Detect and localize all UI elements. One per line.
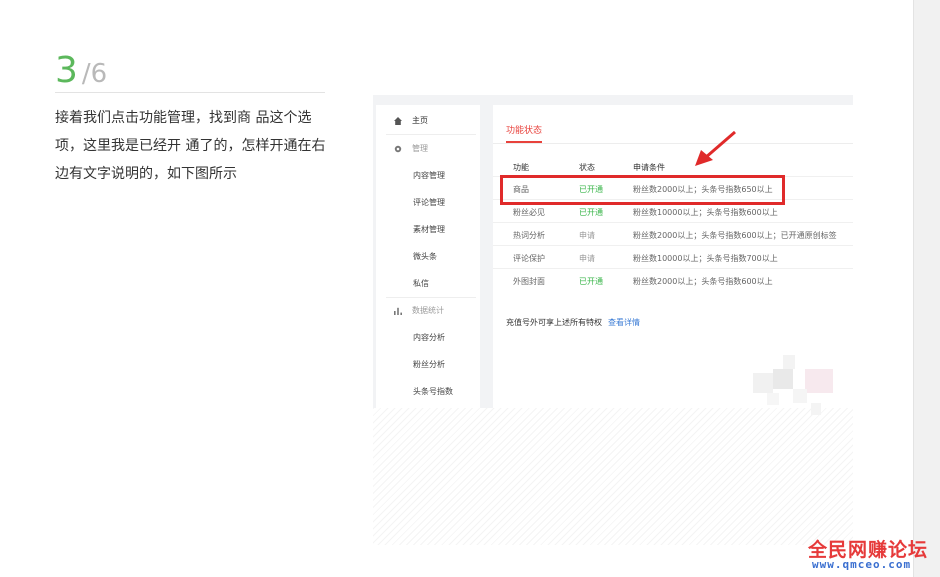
sidebar-item-content-manage: 内容管理 — [413, 171, 445, 180]
row-condition: 粉丝数2000以上；头条号指数600以上；已开通原创标签 — [633, 231, 837, 240]
row-feature: 粉丝必见 — [513, 208, 545, 217]
row-feature: 外图封面 — [513, 277, 545, 286]
pointer-arrow-icon — [695, 130, 736, 166]
table-row: 外图封面 已开通 粉丝数2000以上；头条号指数600以上 — [493, 268, 853, 291]
view-details-link: 查看详情 — [608, 318, 640, 327]
table-row: 热词分析 申请 粉丝数2000以上；头条号指数600以上；已开通原创标签 — [493, 222, 853, 245]
watermark-pattern-icon — [753, 355, 833, 415]
sidebar-item-messages: 私信 — [413, 279, 429, 288]
table-header-status: 状态 — [579, 163, 595, 172]
table-header-condition: 申请条件 — [633, 163, 665, 172]
row-feature: 热词分析 — [513, 231, 545, 240]
home-icon — [394, 117, 402, 125]
sidebar-item-material-manage: 素材管理 — [413, 225, 445, 234]
row-status: 已开通 — [579, 208, 603, 217]
privilege-note-text: 充值号外可享上述所有特权 — [506, 318, 602, 327]
tab-feature-status: 功能状态 — [506, 126, 543, 136]
page-scrollbar[interactable] — [913, 0, 940, 577]
sidebar-item-headline-index: 头条号指数 — [413, 387, 453, 396]
row-feature: 评论保护 — [513, 254, 545, 263]
gear-icon — [394, 145, 402, 153]
row-status: 已开通 — [579, 277, 603, 286]
sidebar-home-label: 主页 — [412, 116, 428, 125]
table-header-feature: 功能 — [513, 163, 529, 172]
screenshot-sidebar: 主页 管理 内容管理 评论管理 素材管理 微头条 私信 数据统计 内容分析 粉丝… — [376, 105, 480, 408]
row-condition: 粉丝数10000以上；头条号指数700以上 — [633, 254, 778, 263]
sidebar-manage-label: 管理 — [412, 144, 428, 153]
privilege-note: 充值号外可享上述所有特权 查看详情 — [506, 317, 640, 328]
row-status: 申请 — [579, 231, 595, 240]
table-row: 评论保护 申请 粉丝数10000以上；头条号指数700以上 — [493, 245, 853, 268]
sidebar-item-comment-manage: 评论管理 — [413, 198, 445, 207]
row-status: 申请 — [579, 254, 595, 263]
step-description: 接着我们点击功能管理，找到商 品这个选项，这里我是已经开 通了的，怎样开通在右边… — [55, 110, 326, 182]
row-condition: 粉丝数2000以上；头条号指数600以上 — [633, 277, 773, 286]
step-total: /6 — [81, 59, 108, 89]
sidebar-item-micro-headline: 微头条 — [413, 252, 437, 261]
transparency-pattern — [373, 408, 853, 545]
sidebar-item-fan-analysis: 粉丝分析 — [413, 360, 445, 369]
step-current: 3 — [55, 50, 78, 91]
highlight-box — [500, 175, 785, 205]
sidebar-stats-label: 数据统计 — [412, 306, 444, 315]
sidebar-item-content-analysis: 内容分析 — [413, 333, 445, 342]
step-indicator: 3/6 — [55, 50, 107, 91]
brand-url: www.qmceo.com — [812, 558, 912, 571]
row-condition: 粉丝数10000以上；头条号指数600以上 — [633, 208, 778, 217]
bar-chart-icon — [394, 307, 402, 315]
embedded-screenshot: 主页 管理 内容管理 评论管理 素材管理 微头条 私信 数据统计 内容分析 粉丝… — [373, 95, 853, 545]
step-divider — [55, 92, 325, 93]
